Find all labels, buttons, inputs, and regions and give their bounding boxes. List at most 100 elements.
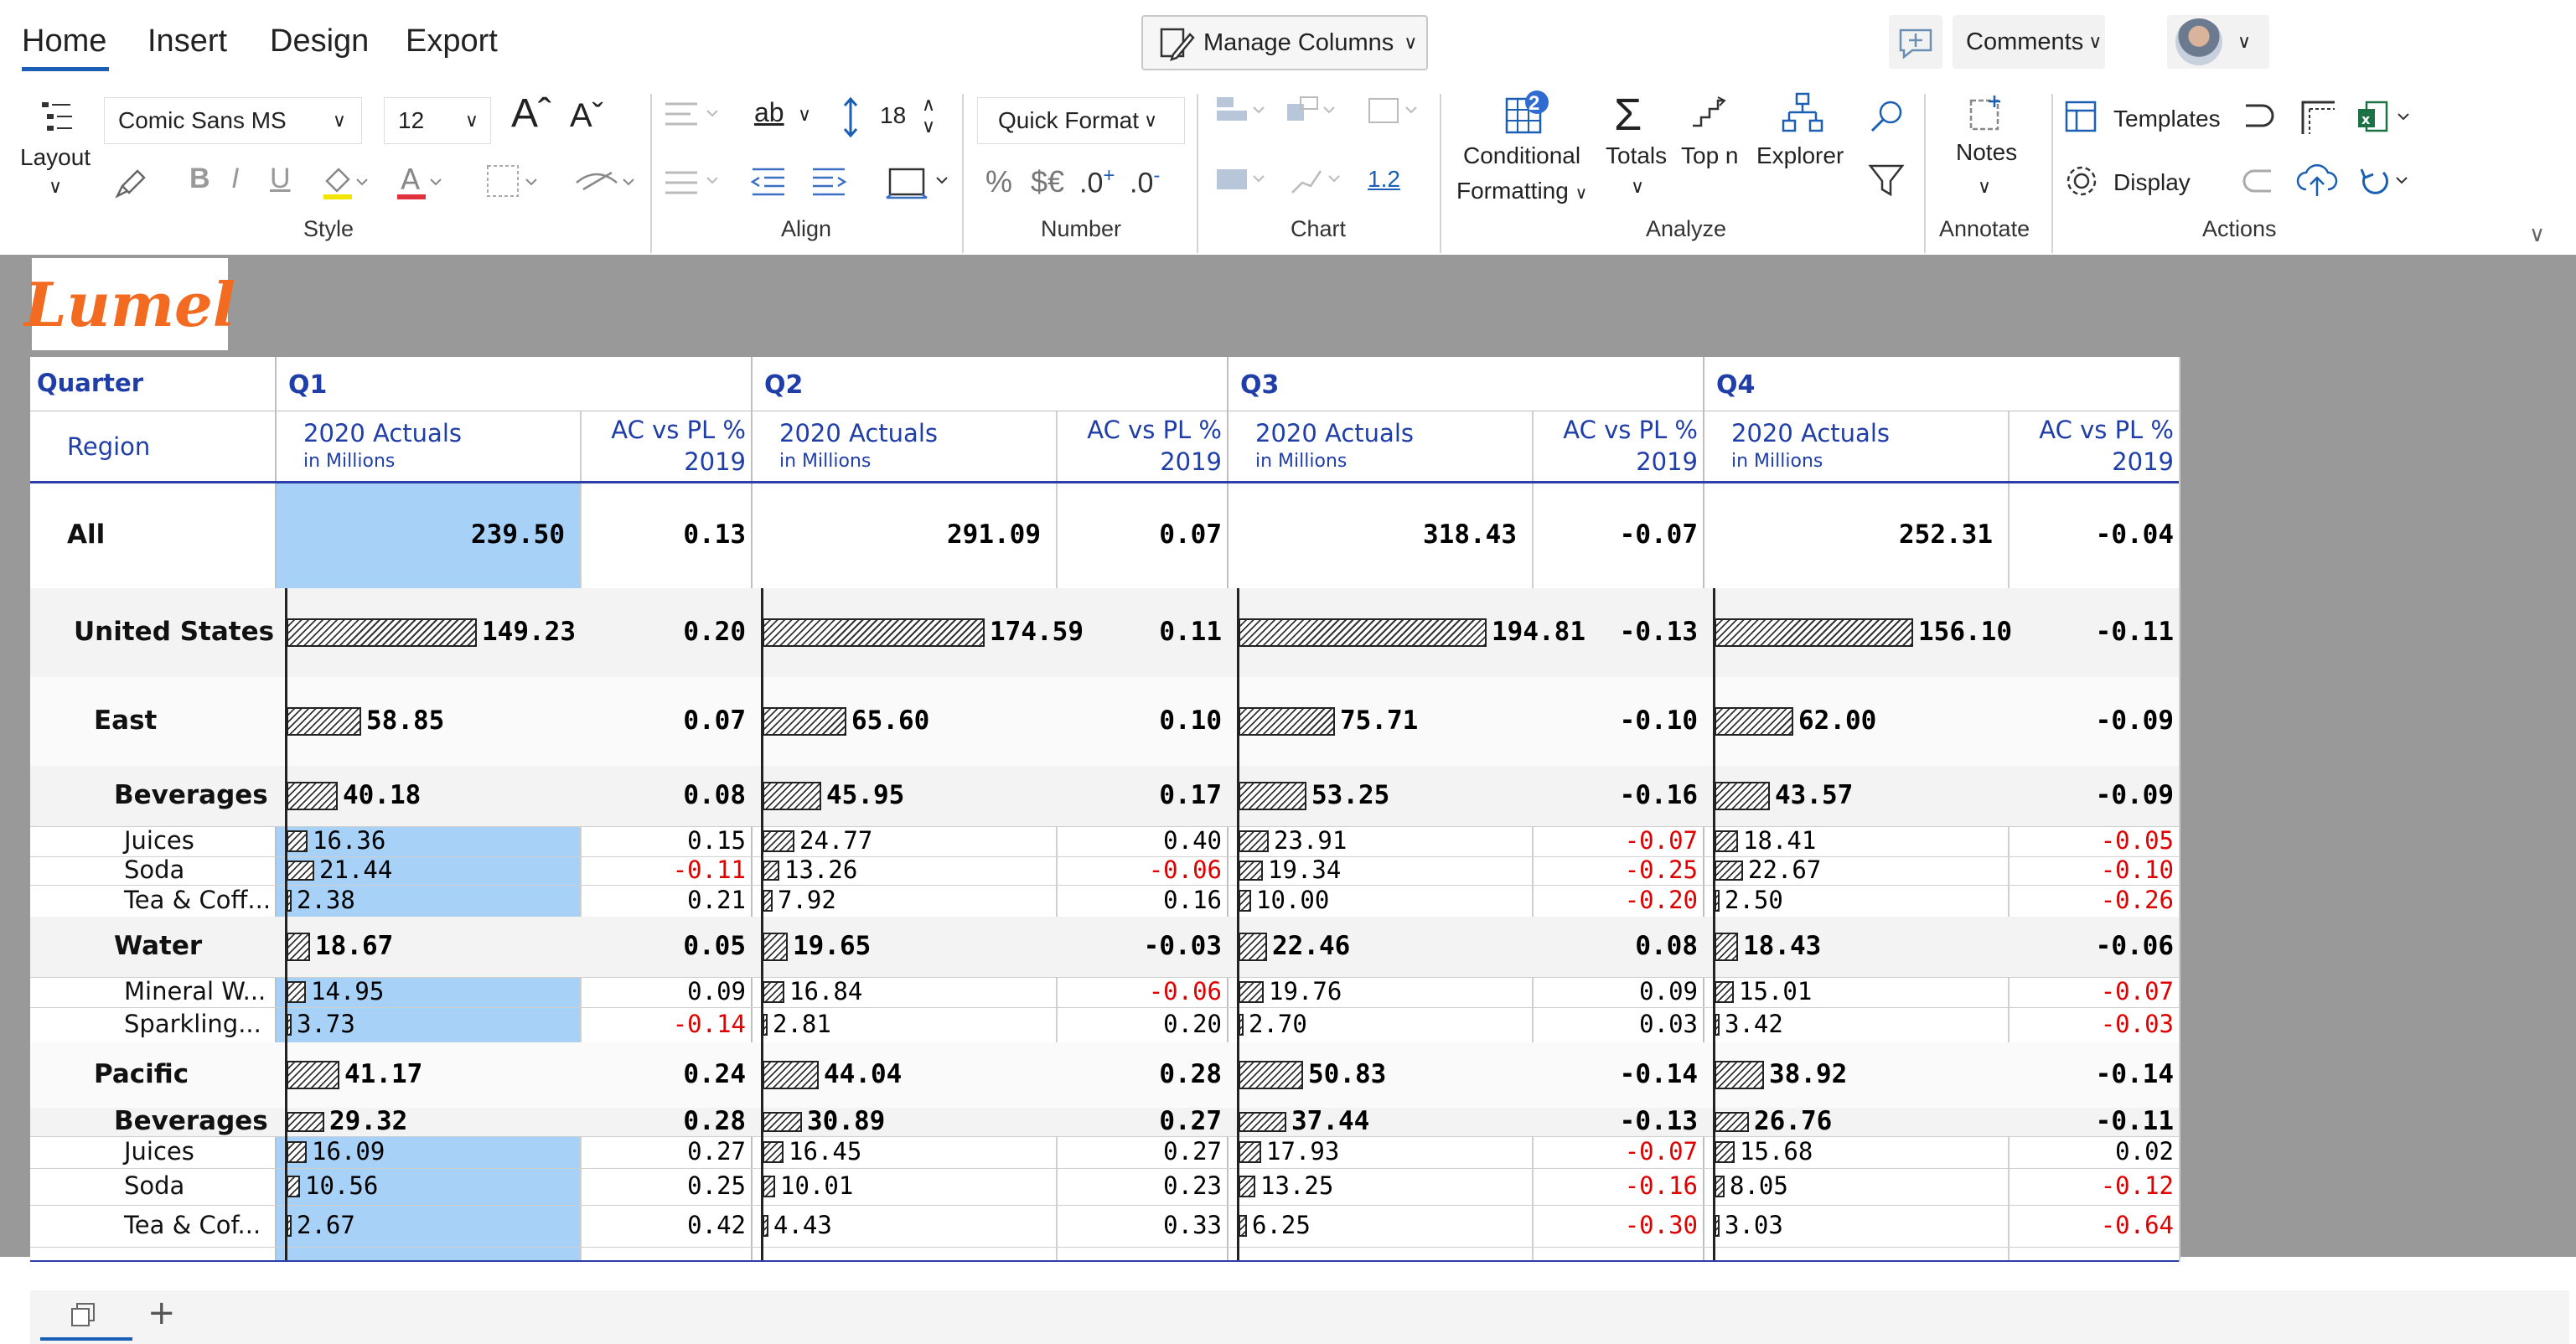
cell-acpl[interactable]: 0.25 <box>582 1171 746 1200</box>
cell-actual[interactable]: 149.23 <box>482 617 576 647</box>
cell-acpl[interactable]: -0.06 <box>1058 977 1222 1005</box>
cell-actual[interactable]: 6.25 <box>1252 1211 1311 1239</box>
top-n-label[interactable]: Top n <box>1681 142 1739 169</box>
measure-header-actuals-q1[interactable]: 2020 Actuals <box>303 419 462 447</box>
cell-acpl[interactable]: 0.07 <box>1058 520 1222 550</box>
cell-actual[interactable]: 53.25 <box>1311 780 1389 810</box>
quarter-header-q3[interactable]: Q3 <box>1240 370 1279 400</box>
page-icon[interactable] <box>67 1299 101 1332</box>
cell-acpl[interactable]: 0.42 <box>582 1211 746 1239</box>
quarter-header-q4[interactable]: Q4 <box>1716 370 1755 400</box>
currency-icon[interactable]: $€ <box>1031 164 1064 199</box>
cell-acpl[interactable]: -0.16 <box>1534 780 1698 810</box>
cell-acpl[interactable]: -0.06 <box>1058 856 1222 884</box>
excel-icon[interactable]: x <box>2355 97 2413 139</box>
measure-header-acpl-q1[interactable]: AC vs PL % <box>582 416 746 444</box>
cell-acpl[interactable]: 0.17 <box>1058 780 1222 810</box>
cell-acpl[interactable]: -0.12 <box>2010 1171 2174 1200</box>
hide-icon[interactable] <box>572 161 639 203</box>
bold-icon[interactable]: B <box>189 163 210 195</box>
measure-header-actuals-q4[interactable]: 2020 Actuals <box>1731 419 1890 447</box>
cell-actual[interactable]: 18.67 <box>315 931 393 961</box>
row-header-label[interactable]: Tea & Cof... <box>124 1211 261 1239</box>
cell-acpl[interactable]: -0.09 <box>2010 780 2174 810</box>
cell-acpl[interactable]: 0.20 <box>582 617 746 647</box>
decrease-decimal-icon[interactable]: .0- <box>1130 164 1160 199</box>
cell-actual[interactable]: 239.50 <box>277 520 565 550</box>
cell-actual[interactable]: 29.32 <box>329 1106 407 1136</box>
measure-header-acpl-q4[interactable]: AC vs PL % <box>2010 416 2174 444</box>
measure-header-acpl-q3[interactable]: AC vs PL % <box>1534 416 1698 444</box>
line-height-value[interactable]: 18 <box>880 102 906 129</box>
cell-acpl[interactable]: -0.25 <box>1534 856 1698 884</box>
cell-acpl[interactable]: -0.30 <box>1534 1211 1698 1239</box>
settings-icon[interactable] <box>2061 161 2103 203</box>
quarter-header-q2[interactable]: Q2 <box>764 370 803 400</box>
cell-acpl[interactable]: -0.10 <box>2010 856 2174 884</box>
measure-header-actuals-q3[interactable]: 2020 Actuals <box>1255 419 1414 447</box>
cell-actual[interactable]: 2.70 <box>1249 1010 1307 1038</box>
row-header-label[interactable]: Mineral W... <box>124 977 266 1005</box>
cell-acpl[interactable]: -0.13 <box>1534 1106 1698 1136</box>
cell-actual[interactable]: 318.43 <box>1229 520 1517 550</box>
comments-dropdown[interactable]: Comments ∨ <box>1953 15 2105 69</box>
row-header-label[interactable]: Soda <box>124 1171 184 1200</box>
percent-icon[interactable]: % <box>985 164 1012 199</box>
cell-acpl[interactable]: -0.03 <box>1058 931 1222 961</box>
cell-actual[interactable]: 3.03 <box>1725 1211 1783 1239</box>
chart-layout-icon[interactable] <box>1364 92 1431 134</box>
cell-actual[interactable]: 19.76 <box>1269 977 1342 1005</box>
cell-actual[interactable]: 41.17 <box>344 1059 422 1089</box>
notes-icon[interactable] <box>1966 92 2008 134</box>
cell-actual[interactable]: 19.34 <box>1268 856 1341 884</box>
cell-actual[interactable]: 38.92 <box>1769 1059 1847 1089</box>
cell-acpl[interactable]: 0.20 <box>1058 1010 1222 1038</box>
cell-actual[interactable]: 50.83 <box>1308 1059 1386 1089</box>
cell-actual[interactable]: 40.18 <box>343 780 421 810</box>
row-header-label[interactable]: All <box>67 520 105 550</box>
layout-label[interactable]: Layout <box>20 144 91 171</box>
cell-actual[interactable]: 43.57 <box>1775 780 1853 810</box>
cell-acpl[interactable]: 0.27 <box>1058 1106 1222 1136</box>
cell-acpl[interactable]: 0.11 <box>1058 617 1222 647</box>
cell-actual[interactable]: 16.84 <box>789 977 862 1005</box>
tab-export[interactable]: Export <box>406 23 498 59</box>
cell-actual[interactable]: 58.85 <box>366 706 444 736</box>
cell-actual[interactable]: 45.95 <box>826 780 904 810</box>
cell-actual[interactable]: 22.46 <box>1272 931 1350 961</box>
cell-actual[interactable]: 65.60 <box>851 706 929 736</box>
cell-acpl[interactable]: -0.13 <box>1534 617 1698 647</box>
cell-acpl[interactable]: 0.33 <box>1058 1211 1222 1239</box>
cell-acpl[interactable]: -0.20 <box>1534 886 1698 914</box>
cell-acpl[interactable]: 0.28 <box>1058 1059 1222 1089</box>
row-header-label[interactable]: East <box>94 706 157 736</box>
cell-actual[interactable]: 19.65 <box>793 931 871 961</box>
indent-increase-icon[interactable] <box>808 161 850 203</box>
measure-header-actuals-q2[interactable]: 2020 Actuals <box>779 419 938 447</box>
stepper-icon[interactable]: ∧ ∨ <box>922 94 935 137</box>
quick-format-select[interactable]: Quick Format ∨ <box>977 97 1185 144</box>
align-vertical-icon[interactable] <box>660 161 727 203</box>
row-header-label[interactable]: Beverages <box>114 1106 268 1136</box>
cell-actual[interactable]: 13.26 <box>784 856 857 884</box>
cell-actual[interactable]: 4.43 <box>773 1211 832 1239</box>
cell-actual[interactable]: 3.73 <box>297 1010 355 1038</box>
cell-acpl[interactable]: 0.15 <box>582 826 746 855</box>
add-page-button[interactable]: + <box>147 1294 176 1332</box>
cell-acpl[interactable]: -0.14 <box>2010 1059 2174 1089</box>
totals-icon[interactable]: Σ <box>1614 89 1642 141</box>
cell-acpl[interactable]: 0.07 <box>582 706 746 736</box>
cell-actual[interactable]: 156.10 <box>1918 617 2012 647</box>
cell-actual[interactable]: 3.42 <box>1725 1010 1783 1038</box>
manage-columns-button[interactable]: Manage Columns ∨ <box>1141 15 1428 70</box>
cell-acpl[interactable]: 0.23 <box>1058 1171 1222 1200</box>
cell-actual[interactable]: 18.41 <box>1743 826 1816 855</box>
cell-acpl[interactable]: -0.04 <box>2010 520 2174 550</box>
row-header-label[interactable]: Tea & Coff... <box>124 886 271 914</box>
search-icon[interactable] <box>1865 97 1907 139</box>
cell-acpl[interactable]: -0.06 <box>2010 931 2174 961</box>
cell-actual[interactable]: 21.44 <box>319 856 392 884</box>
cell-acpl[interactable]: -0.11 <box>2010 1106 2174 1136</box>
chevron-down-icon[interactable]: ∨ <box>1631 176 1644 198</box>
cell-acpl[interactable]: 0.05 <box>582 931 746 961</box>
